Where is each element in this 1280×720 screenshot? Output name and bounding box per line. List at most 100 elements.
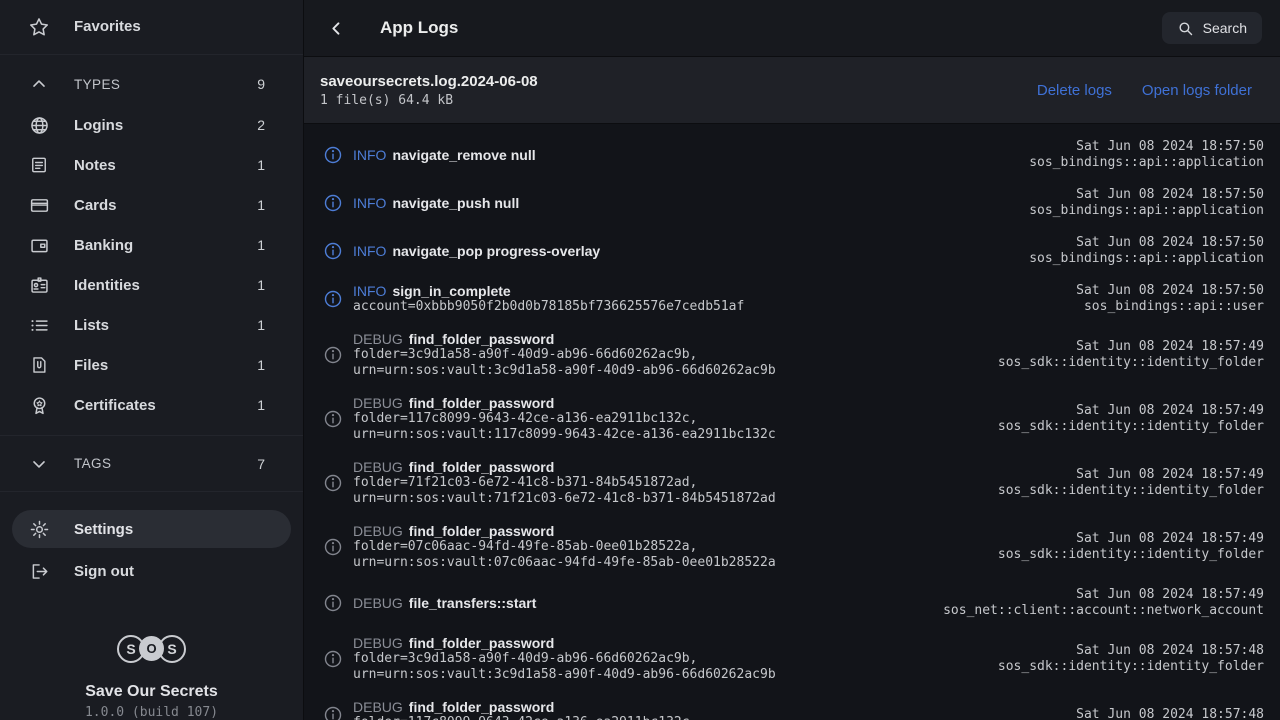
file-meta: saveoursecrets.log.2024-06-08 1 file(s) … bbox=[320, 73, 538, 108]
log-source: sos_bindings::api::application bbox=[1029, 251, 1264, 267]
log-meta: Sat Jun 08 2024 18:57:48sos_sdk::identit… bbox=[998, 643, 1264, 675]
log-message: find_folder_password bbox=[409, 523, 554, 539]
info-circle-icon bbox=[323, 705, 343, 720]
tags-section-toggle[interactable]: TAGS 7 bbox=[0, 444, 303, 483]
log-file-summary: 1 file(s) 64.4 kB bbox=[320, 93, 538, 108]
sidebar-item-notes[interactable]: Notes1 bbox=[0, 145, 303, 185]
log-entry: DEBUGfind_folder_passwordfolder=71f21c03… bbox=[323, 451, 1264, 515]
sidebar-item-cards[interactable]: Cards1 bbox=[0, 185, 303, 225]
log-meta: Sat Jun 08 2024 18:57:49sos_sdk::identit… bbox=[998, 467, 1264, 499]
log-detail: folder=117c8099-9643-42ce-a136-ea2911bc1… bbox=[353, 715, 1064, 720]
list-icon bbox=[28, 314, 50, 336]
types-nav: Logins2Notes1Cards1Banking1Identities1Li… bbox=[0, 103, 303, 427]
log-timestamp: Sat Jun 08 2024 18:57:49 bbox=[998, 403, 1264, 419]
log-source: sos_bindings::api::user bbox=[1076, 299, 1264, 315]
log-detail: account=0xbbb9050f2b0d0b78185bf736625576… bbox=[353, 299, 1064, 315]
log-source: sos_bindings::api::application bbox=[1029, 155, 1264, 171]
log-meta: Sat Jun 08 2024 18:57:50sos_bindings::ap… bbox=[1076, 283, 1264, 315]
info-circle-icon bbox=[323, 409, 343, 429]
sidebar-footer: S O S Save Our Secrets 1.0.0 (build 107) bbox=[0, 625, 303, 720]
log-message-block: INFOnavigate_push null bbox=[353, 195, 1017, 211]
log-message-block: DEBUGfind_folder_passwordfolder=07c06aac… bbox=[353, 523, 986, 571]
log-message-block: DEBUGfile_transfers::start bbox=[353, 595, 931, 611]
log-message: sign_in_complete bbox=[392, 283, 510, 299]
log-meta: Sat Jun 08 2024 18:57:49sos_sdk::identit… bbox=[998, 531, 1264, 563]
gear-icon bbox=[28, 518, 50, 540]
sidebar-item-settings[interactable]: Settings bbox=[12, 510, 291, 549]
log-detail: folder=71f21c03-6e72-41c8-b371-84b545187… bbox=[353, 475, 986, 491]
search-icon bbox=[1177, 20, 1194, 37]
log-entry: DEBUGfind_folder_passwordfolder=117c8099… bbox=[323, 387, 1264, 451]
chevron-down-icon bbox=[28, 453, 50, 475]
log-timestamp: Sat Jun 08 2024 18:57:48 bbox=[998, 643, 1264, 659]
log-timestamp: Sat Jun 08 2024 18:57:49 bbox=[998, 467, 1264, 483]
log-detail: folder=3c9d1a58-a90f-40d9-ab96-66d60262a… bbox=[353, 651, 986, 667]
log-message: file_transfers::start bbox=[409, 595, 537, 611]
note-icon bbox=[28, 154, 50, 176]
log-detail: urn=urn:sos:vault:3c9d1a58-a90f-40d9-ab9… bbox=[353, 667, 986, 683]
favorites-label: Favorites bbox=[74, 18, 265, 35]
log-actions: Delete logs Open logs folder bbox=[1037, 82, 1252, 99]
log-message-block: DEBUGfind_folder_passwordfolder=71f21c03… bbox=[353, 459, 986, 507]
log-source: sos_sdk::identity::identity_folder bbox=[998, 659, 1264, 675]
log-timestamp: Sat Jun 08 2024 18:57:50 bbox=[1029, 187, 1264, 203]
log-timestamp: Sat Jun 08 2024 18:57:50 bbox=[1029, 235, 1264, 251]
file-clip-icon bbox=[28, 354, 50, 376]
app-version: 1.0.0 (build 107) bbox=[85, 705, 218, 720]
log-message-block: DEBUGfind_folder_passwordfolder=3c9d1a58… bbox=[353, 635, 986, 683]
log-detail: urn=urn:sos:vault:07c06aac-94fd-49fe-85a… bbox=[353, 555, 986, 571]
log-meta: Sat Jun 08 2024 18:57:48 bbox=[1076, 707, 1264, 720]
log-timestamp: Sat Jun 08 2024 18:57:50 bbox=[1029, 139, 1264, 155]
log-level: DEBUG bbox=[353, 395, 403, 411]
tags-section-label: TAGS bbox=[74, 456, 233, 471]
sign-out-icon bbox=[28, 561, 50, 583]
sidebar-item-label: Lists bbox=[74, 317, 233, 334]
chevron-up-icon bbox=[28, 73, 50, 95]
sos-logo: S O S bbox=[117, 625, 186, 673]
log-level: DEBUG bbox=[353, 699, 403, 715]
sidebar-divider bbox=[0, 491, 303, 492]
search-button-label: Search bbox=[1203, 20, 1247, 36]
signout-label: Sign out bbox=[74, 563, 265, 580]
logs-file-header: saveoursecrets.log.2024-06-08 1 file(s) … bbox=[304, 57, 1280, 124]
log-timestamp: Sat Jun 08 2024 18:57:49 bbox=[998, 531, 1264, 547]
log-level: DEBUG bbox=[353, 635, 403, 651]
sidebar: Favorites TYPES 9 Logins2Notes1Cards1Ban… bbox=[0, 0, 304, 720]
log-detail: folder=07c06aac-94fd-49fe-85ab-0ee01b285… bbox=[353, 539, 986, 555]
info-circle-icon bbox=[323, 649, 343, 669]
log-meta: Sat Jun 08 2024 18:57:50sos_bindings::ap… bbox=[1029, 235, 1264, 267]
sidebar-item-count: 1 bbox=[257, 197, 265, 213]
sidebar-item-files[interactable]: Files1 bbox=[0, 345, 303, 385]
sidebar-item-identities[interactable]: Identities1 bbox=[0, 265, 303, 305]
log-detail: urn=urn:sos:vault:3c9d1a58-a90f-40d9-ab9… bbox=[353, 363, 986, 379]
sidebar-item-signout[interactable]: Sign out bbox=[12, 552, 291, 591]
tags-count: 7 bbox=[257, 456, 265, 472]
open-logs-folder-link[interactable]: Open logs folder bbox=[1142, 82, 1252, 99]
info-circle-icon bbox=[323, 145, 343, 165]
types-section-toggle[interactable]: TYPES 9 bbox=[0, 65, 303, 104]
log-list[interactable]: INFO navigate_remove null Sat Jun 08 2024 … bbox=[304, 124, 1280, 720]
sidebar-item-label: Certificates bbox=[74, 397, 233, 414]
log-entry: DEBUGfind_folder_passwordfolder=3c9d1a58… bbox=[323, 323, 1264, 387]
log-level: INFO bbox=[353, 243, 386, 259]
log-level: DEBUG bbox=[353, 331, 403, 347]
search-button[interactable]: Search bbox=[1162, 12, 1262, 44]
log-message: find_folder_password bbox=[409, 331, 554, 347]
log-source: sos_sdk::identity::identity_folder bbox=[998, 483, 1264, 499]
sidebar-item-label: Banking bbox=[74, 237, 233, 254]
log-source: sos_sdk::identity::identity_folder bbox=[998, 419, 1264, 435]
log-source: sos_net::client::account::network_accoun… bbox=[943, 603, 1264, 619]
sidebar-item-logins[interactable]: Logins2 bbox=[0, 105, 303, 145]
sidebar-item-favorites[interactable]: Favorites bbox=[0, 0, 303, 54]
delete-logs-link[interactable]: Delete logs bbox=[1037, 82, 1112, 99]
info-circle-icon bbox=[323, 345, 343, 365]
sidebar-item-banking[interactable]: Banking1 bbox=[0, 225, 303, 265]
log-message: navigate_pop progress-overlay bbox=[392, 243, 600, 259]
log-message: navigate_remove null bbox=[392, 147, 535, 163]
log-message: navigate_push null bbox=[392, 195, 519, 211]
sidebar-item-certificates[interactable]: Certificates1 bbox=[0, 385, 303, 425]
back-button[interactable] bbox=[318, 10, 354, 46]
sidebar-item-lists[interactable]: Lists1 bbox=[0, 305, 303, 345]
page-title: App Logs bbox=[380, 18, 458, 38]
wallet-icon bbox=[28, 234, 50, 256]
